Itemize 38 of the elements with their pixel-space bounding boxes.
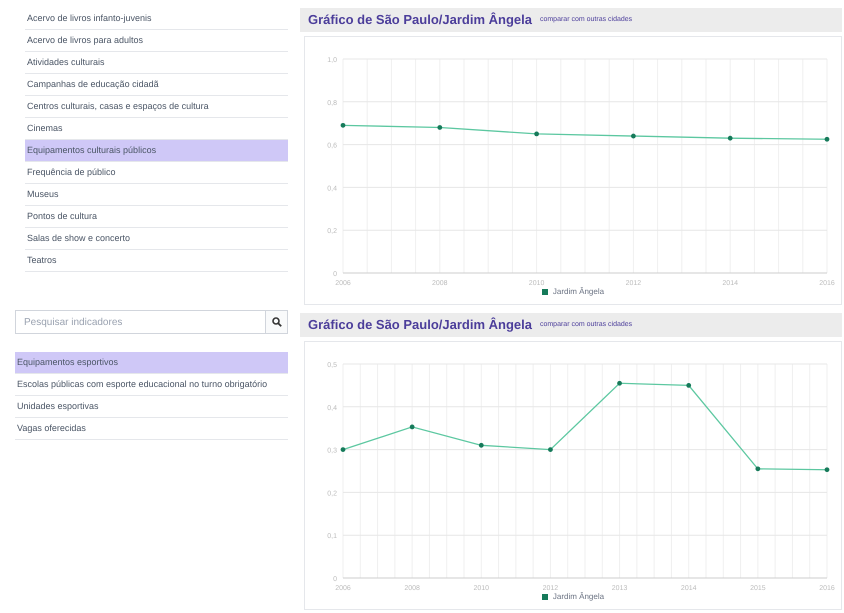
list-item[interactable]: Escolas públicas com esporte educacional no turno obrigatório bbox=[15, 374, 288, 396]
data-point bbox=[824, 467, 830, 472]
list-item[interactable]: Vagas oferecidas bbox=[15, 418, 288, 440]
chart-title: Gráfico de São Paulo/Jardim Ângela bbox=[308, 11, 532, 30]
data-point bbox=[755, 466, 760, 472]
data-point bbox=[728, 136, 733, 141]
legend-label: Jardim Ângela bbox=[552, 286, 604, 298]
search-field[interactable]: Pesquisar indicadores bbox=[15, 310, 266, 334]
legend-swatch bbox=[542, 594, 548, 600]
data-point bbox=[410, 424, 415, 430]
data-point bbox=[686, 383, 692, 388]
data-point bbox=[478, 442, 484, 448]
list-item[interactable]: Teatros bbox=[25, 250, 288, 272]
list-item[interactable]: Equipamentos esportivos bbox=[15, 352, 288, 374]
data-point bbox=[548, 447, 553, 452]
list-item[interactable]: Salas de show e concerto bbox=[25, 228, 288, 250]
list-item[interactable]: Campanhas de educação cidadã bbox=[25, 74, 288, 96]
list-item[interactable]: Unidades esportivas bbox=[15, 396, 288, 418]
data-point bbox=[631, 134, 636, 138]
chart-title: Gráfico de São Paulo/Jardim Ângela bbox=[308, 316, 532, 334]
list-item[interactable]: Atividades culturais bbox=[25, 52, 288, 74]
list-item[interactable]: Museus bbox=[25, 184, 288, 206]
data-point bbox=[437, 125, 442, 130]
data-point bbox=[340, 447, 346, 452]
legend-swatch bbox=[542, 289, 548, 295]
search-button[interactable] bbox=[266, 310, 288, 334]
list-item[interactable]: Centros culturais, casas e espaços de cultura bbox=[25, 96, 288, 118]
data-point bbox=[340, 122, 346, 128]
data-point bbox=[617, 380, 622, 386]
data-point bbox=[824, 136, 830, 142]
list-item[interactable]: Equipamentos culturais públicos bbox=[25, 140, 288, 162]
legend-label: Jardim Ângela bbox=[552, 591, 604, 603]
list-item[interactable]: Acervo de livros para adultos bbox=[25, 30, 288, 52]
list-item[interactable]: Pontos de cultura bbox=[25, 206, 288, 228]
data-point bbox=[534, 132, 539, 136]
search-icon bbox=[272, 317, 282, 327]
list-item[interactable]: Frequência de público bbox=[25, 162, 288, 184]
list-item[interactable]: Acervo de livros infanto-juvenis bbox=[25, 8, 288, 30]
